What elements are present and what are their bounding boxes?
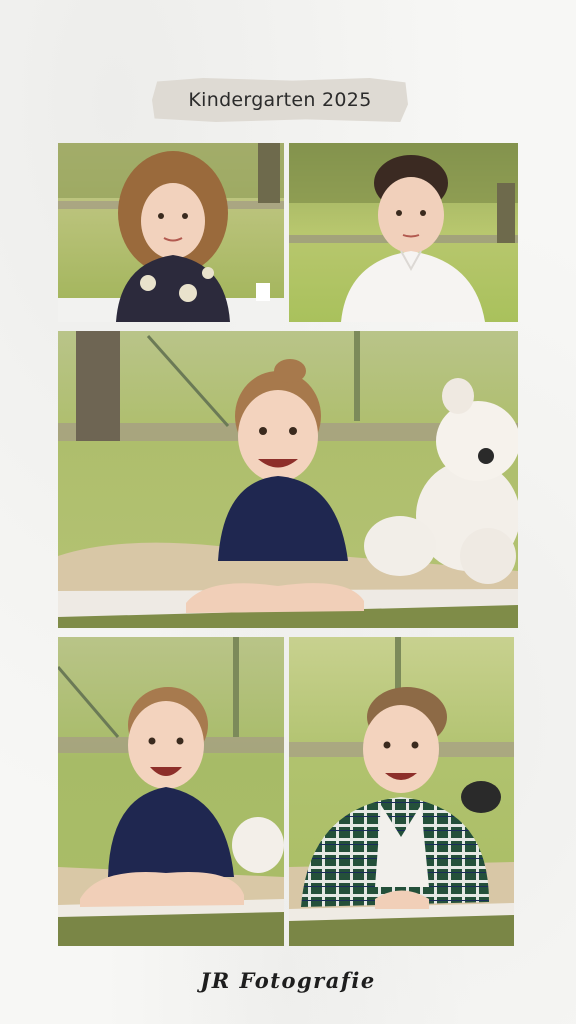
photo-girl-curly-hair <box>58 143 284 322</box>
photo-boy-white-shirt <box>289 143 518 322</box>
photographer-signature: JR Fotografie <box>0 960 576 1000</box>
photo-boy-plaid-shirt <box>289 637 514 946</box>
photo-girl-laughing <box>58 637 284 946</box>
photo-girl-with-teddy-bear <box>58 331 518 628</box>
signature-text: JR Fotografie <box>200 967 376 993</box>
title-banner: Kindergarten 2025 <box>152 78 408 122</box>
page-title: Kindergarten 2025 <box>188 89 372 111</box>
